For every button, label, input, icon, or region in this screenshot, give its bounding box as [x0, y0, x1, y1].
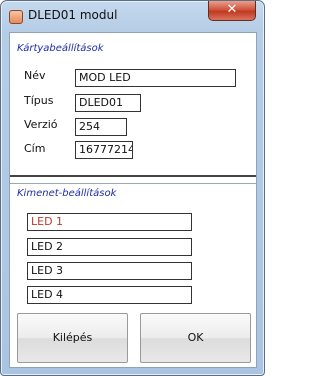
window-title: DLED01 modul [28, 8, 118, 22]
close-button[interactable]: ✕ [208, 1, 256, 21]
close-icon: ✕ [226, 2, 238, 17]
exit-button[interactable]: Kilépés [17, 313, 128, 363]
address-field[interactable]: 16777214 [75, 141, 133, 159]
output-field-led2[interactable]: LED 2 [27, 238, 192, 256]
version-label: Verzió [24, 118, 58, 131]
type-label: Típus [24, 94, 54, 107]
output-field-led4[interactable]: LED 4 [27, 286, 192, 304]
card-settings-section-label: Kártyabeállítások [17, 43, 104, 54]
output-field-led1[interactable]: LED 1 [27, 213, 192, 231]
address-label: Cím [24, 142, 46, 155]
section-divider [10, 175, 256, 177]
type-field[interactable]: DLED01 [75, 94, 141, 112]
dialog-client-area: Kártyabeállítások Név MOD LED Típus DLED… [9, 32, 257, 368]
version-field[interactable]: 254 [75, 118, 127, 136]
title-bar[interactable]: DLED01 modul ✕ [1, 1, 264, 31]
dialog-window: DLED01 modul ✕ Kártyabeállítások Név MOD… [0, 0, 265, 376]
name-label: Név [24, 69, 46, 82]
output-field-led3[interactable]: LED 3 [27, 262, 192, 280]
output-settings-section-label: Kimenet-beállítások [17, 188, 117, 199]
ok-button[interactable]: OK [140, 313, 251, 363]
section-divider-light [10, 183, 256, 184]
name-field[interactable]: MOD LED [75, 69, 236, 87]
app-icon [9, 10, 23, 24]
